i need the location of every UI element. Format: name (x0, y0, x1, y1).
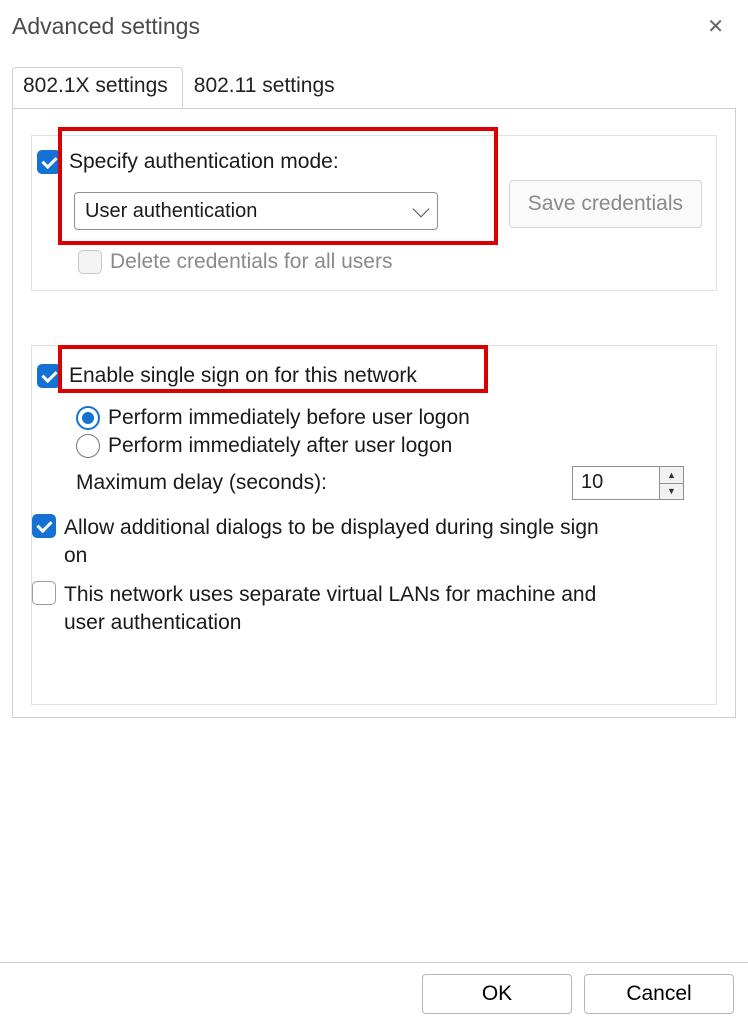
chevron-down-icon (413, 200, 430, 217)
tab-80211[interactable]: 802.11 settings (183, 67, 350, 108)
radio-before-label: Perform immediately before user logon (108, 406, 470, 430)
spinner-down-icon[interactable]: ▼ (660, 484, 683, 500)
close-icon[interactable]: ✕ (699, 10, 732, 43)
dialog-header: Advanced settings ✕ (0, 0, 748, 49)
ok-button[interactable]: OK (422, 974, 572, 1014)
auth-group: Specify authentication mode: User authen… (31, 135, 717, 291)
cancel-button[interactable]: Cancel (584, 974, 734, 1014)
max-delay-spinner[interactable]: 10 ▲ ▼ (572, 466, 684, 500)
radio-after-label: Perform immediately after user logon (108, 434, 452, 458)
allow-dialogs-checkbox[interactable] (32, 514, 56, 538)
specify-auth-label: Specify authentication mode: (69, 150, 339, 174)
tab-row: 802.1X settings 802.11 settings (12, 67, 748, 109)
save-credentials-button[interactable]: Save credentials (509, 180, 702, 228)
max-delay-value[interactable]: 10 (573, 467, 659, 499)
separate-vlans-checkbox[interactable] (32, 581, 56, 605)
enable-sso-label: Enable single sign on for this network (69, 364, 417, 388)
radio-after-logon[interactable] (76, 434, 100, 458)
max-delay-label: Maximum delay (seconds): (76, 471, 327, 495)
separate-vlans-label: This network uses separate virtual LANs … (64, 581, 612, 638)
tab-8021x[interactable]: 802.1X settings (12, 67, 183, 108)
tab-panel: Specify authentication mode: User authen… (12, 108, 736, 718)
dialog-footer: OK Cancel (0, 962, 748, 1024)
delete-credentials-label: Delete credentials for all users (110, 250, 392, 274)
auth-mode-value: User authentication (85, 200, 257, 223)
spinner-up-icon[interactable]: ▲ (660, 467, 683, 484)
allow-dialogs-label: Allow additional dialogs to be displayed… (64, 514, 612, 571)
enable-sso-checkbox[interactable] (37, 364, 61, 388)
auth-mode-dropdown[interactable]: User authentication (74, 192, 438, 230)
dialog-title: Advanced settings (12, 13, 200, 40)
delete-credentials-checkbox (78, 250, 102, 274)
sso-group: Enable single sign on for this network P… (31, 345, 717, 705)
radio-before-logon[interactable] (76, 406, 100, 430)
specify-auth-checkbox[interactable] (37, 150, 61, 174)
